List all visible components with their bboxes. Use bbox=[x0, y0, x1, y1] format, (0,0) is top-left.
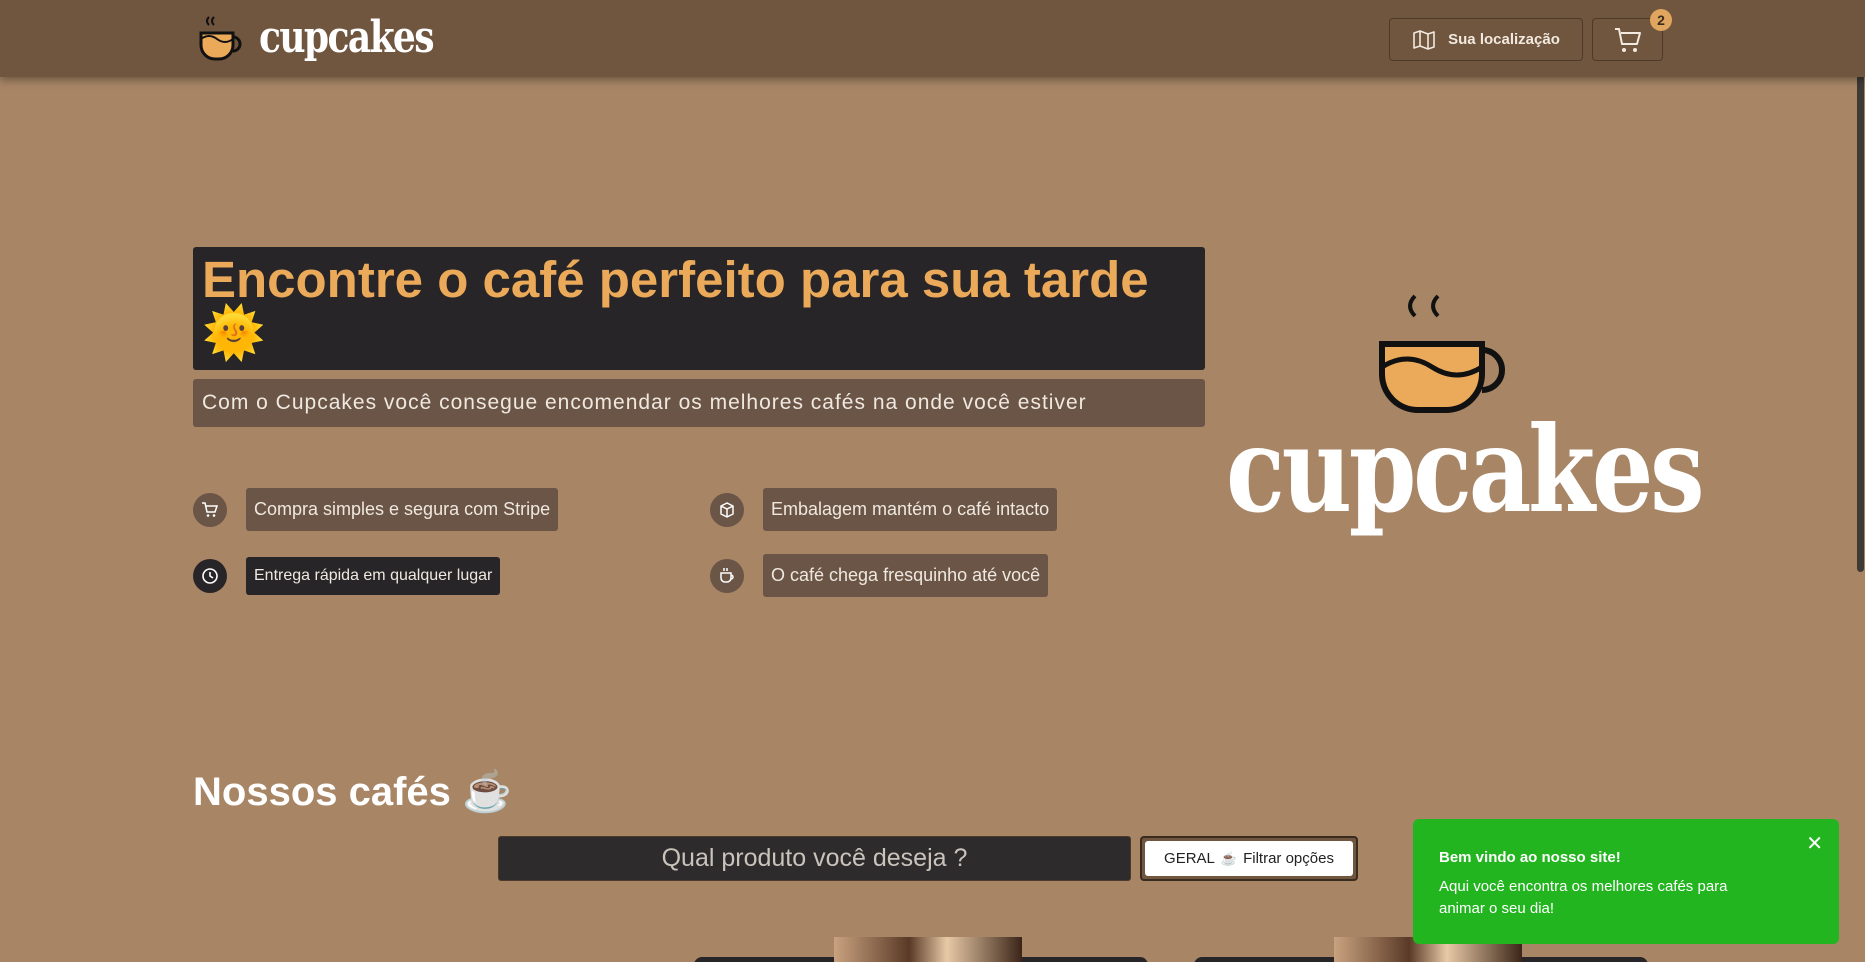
feature-label: Compra simples e segura com Stripe bbox=[246, 488, 559, 531]
filter-text: Filtrar opções bbox=[1243, 850, 1334, 867]
toast-title: Bem vindo ao nosso site! bbox=[1439, 849, 1621, 866]
feature-item: Compra simples e segura com Stripe bbox=[193, 488, 559, 531]
coffee-icon bbox=[710, 558, 744, 593]
cart-icon bbox=[193, 492, 227, 527]
big-logo-text: cupcakes bbox=[1226, 400, 1705, 539]
section-title-text: Nossos cafés bbox=[193, 770, 451, 814]
filter-inner: GERAL ☕ Filtrar opções bbox=[1145, 841, 1353, 876]
section-title: Nossos cafés ☕ bbox=[193, 767, 512, 817]
hero-title-text: Encontre o café perfeito para sua tarde bbox=[202, 251, 1149, 308]
logo[interactable]: cupcakes bbox=[197, 12, 471, 64]
logo-text: cupcakes bbox=[259, 12, 435, 63]
map-icon bbox=[1413, 29, 1435, 50]
scrollbar-track[interactable] bbox=[1855, 0, 1865, 962]
feature-label: O café chega fresquinho até você bbox=[763, 554, 1049, 597]
feature-item: Embalagem mantém o café intacto bbox=[710, 488, 1058, 531]
coffee-emoji-icon: ☕ bbox=[462, 770, 512, 814]
feature-label: Entrega rápida em qualquer lugar bbox=[246, 557, 501, 595]
product-image bbox=[834, 937, 1022, 962]
coffee-emoji-icon: ☕ bbox=[1220, 850, 1238, 866]
feature-item: O café chega fresquinho até você bbox=[710, 554, 1049, 597]
location-button[interactable]: Sua localização bbox=[1389, 18, 1583, 61]
package-icon bbox=[710, 492, 744, 527]
welcome-toast: Bem vindo ao nosso site! Aqui você encon… bbox=[1413, 819, 1839, 944]
sun-emoji-icon: 🌞 bbox=[202, 304, 266, 361]
cart-icon bbox=[1614, 27, 1641, 52]
product-card[interactable] bbox=[694, 937, 1148, 962]
toast-body: Aqui você encontra os melhores cafés par… bbox=[1439, 878, 1728, 917]
coffee-cup-icon bbox=[199, 16, 242, 61]
cart-count-badge: 2 bbox=[1650, 9, 1672, 31]
hero-title: Encontre o café perfeito para sua tarde … bbox=[193, 247, 1205, 370]
top-header: cupcakes Sua localização 2 bbox=[0, 0, 1865, 77]
search-input[interactable]: Qual produto você deseja ? bbox=[498, 836, 1131, 881]
filter-label: GERAL bbox=[1164, 850, 1215, 867]
filter-button[interactable]: GERAL ☕ Filtrar opções bbox=[1140, 836, 1358, 881]
hero-subtitle: Com o Cupcakes você consegue encomendar … bbox=[193, 379, 1205, 427]
location-label: Sua localização bbox=[1448, 31, 1560, 48]
scrollbar-thumb[interactable] bbox=[1857, 2, 1864, 572]
feature-label: Embalagem mantém o café intacto bbox=[763, 488, 1058, 531]
feature-item: Entrega rápida em qualquer lugar bbox=[193, 557, 501, 595]
close-icon[interactable]: ✕ bbox=[1806, 831, 1823, 856]
clock-icon bbox=[193, 559, 227, 593]
